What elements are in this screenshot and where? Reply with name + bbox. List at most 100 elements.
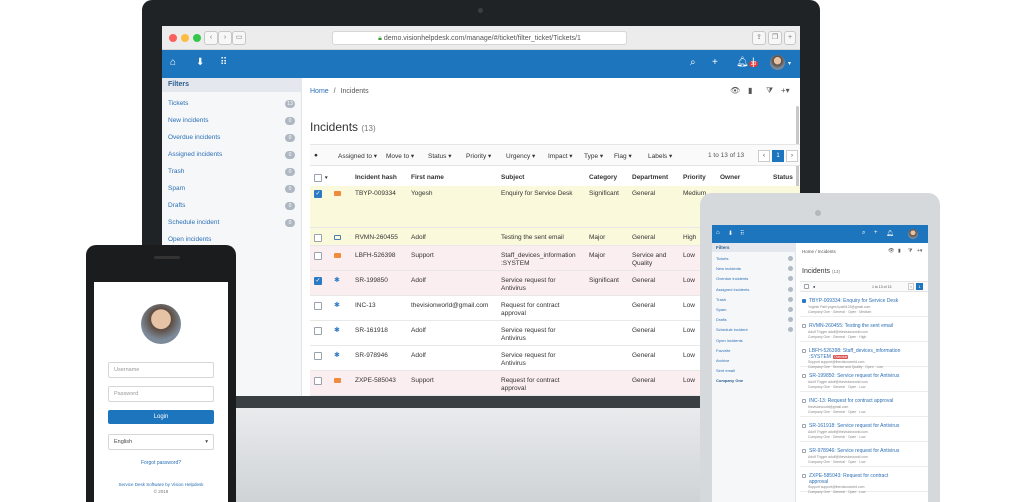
tablet-sidebar-item-11[interactable]: Sent email [716, 368, 735, 373]
sort-chevron-icon[interactable]: ▾ [325, 175, 328, 181]
toolbar-dropdown-8[interactable]: Labels ▾ [648, 152, 672, 160]
column-header-7[interactable]: Status [773, 174, 793, 181]
add-menu-icon[interactable]: +▾ [781, 86, 790, 95]
search-icon[interactable]: ⌕ [690, 57, 696, 68]
sidebar-item-8[interactable]: Open incidents [168, 236, 211, 243]
address-bar[interactable]: 🔒︎ demo.visionhelpdesk.com/manage/#/tick… [332, 31, 627, 45]
back-icon[interactable]: ‹ [204, 31, 218, 45]
sidebar-item-0[interactable]: Tickets [168, 100, 188, 107]
maximize-dot[interactable] [193, 34, 201, 42]
sidebar-item-6[interactable]: Drafts [168, 202, 185, 209]
sidebar-item-2[interactable]: Overdue incidents [168, 134, 220, 141]
footer-link[interactable]: Service Desk Software by Vision Helpdesk [94, 482, 228, 487]
prev-page-button[interactable]: ‹ [758, 150, 770, 162]
toolbar-dropdown-6[interactable]: Type ▾ [584, 152, 603, 160]
apps-grid-icon[interactable]: ⠿ [220, 57, 227, 68]
breadcrumb-home[interactable]: Home [310, 88, 329, 95]
tablet-list-item[interactable]: INC-13: Request for contract approval the… [800, 395, 928, 417]
tablet-sidebar-item-2[interactable]: Overdue incidents [716, 276, 748, 281]
add-icon[interactable]: + [874, 230, 878, 236]
minimize-dot[interactable] [181, 34, 189, 42]
row-checkbox[interactable] [802, 324, 806, 328]
row-checkbox[interactable] [802, 474, 806, 478]
row-subject[interactable]: Service request for Antivirus [501, 277, 556, 293]
add-icon[interactable]: + [712, 57, 718, 68]
column-header-3[interactable]: Category [589, 174, 617, 181]
tablet-list-item[interactable]: RVMN-260455: Testing the sent email Adolf… [800, 320, 928, 342]
sidebar-item-1[interactable]: New incidents [168, 117, 208, 124]
tablet-item-subject[interactable]: RVMN-260455: Testing the sent email [809, 323, 893, 329]
tablet-item-subject[interactable]: LBFH-526398: Staff_devices_information:S… [809, 348, 900, 360]
share-icon[interactable]: ⇪ [752, 31, 766, 45]
forward-icon[interactable]: › [218, 31, 232, 45]
filter-icon[interactable]: ⧩ [908, 248, 912, 254]
add-menu-icon[interactable]: +▾ [917, 248, 922, 254]
sidebar-toggle-icon[interactable]: ▭ [232, 31, 246, 45]
tablet-sidebar-item-5[interactable]: Spam [716, 307, 726, 312]
row-subject[interactable]: Request for contract approval [501, 377, 560, 393]
chevron-down-icon[interactable]: ▾ [788, 60, 791, 67]
toolbar-dropdown-3[interactable]: Priority ▾ [466, 152, 491, 160]
eye-icon[interactable]: 👁︎ [888, 248, 894, 254]
avatar[interactable] [908, 229, 918, 239]
tablet-sidebar-item-10[interactable]: Archive [716, 358, 729, 363]
sidebar-item-7[interactable]: Schedule incident [168, 219, 219, 226]
column-header-6[interactable]: Owner [720, 174, 740, 181]
login-button[interactable]: Login [108, 410, 214, 424]
tablet-sidebar-item-1[interactable]: New incidents [716, 266, 741, 271]
column-header-4[interactable]: Department [632, 174, 668, 181]
column-header-1[interactable]: First name [411, 174, 444, 181]
row-subject[interactable]: Request for contract approval [501, 302, 560, 318]
row-subject[interactable]: Service request for Antivirus [501, 327, 556, 343]
toolbar-dropdown-4[interactable]: Urgency ▾ [506, 152, 535, 160]
select-all-checkbox[interactable] [804, 284, 809, 289]
row-checkbox[interactable] [802, 399, 806, 403]
row-checkbox[interactable]: ✓ [314, 190, 322, 198]
home-icon[interactable]: ⌂ [716, 230, 720, 236]
prev-page-button[interactable]: ‹ [908, 283, 914, 290]
download-icon[interactable]: ⬇ [196, 57, 204, 68]
tablet-sidebar-item-12[interactable]: Company One [716, 378, 743, 383]
toolbar-dropdown-7[interactable]: Flag ▾ [614, 152, 632, 160]
close-dot[interactable] [169, 34, 177, 42]
sidebar-item-4[interactable]: Trash [168, 168, 184, 175]
row-checkbox[interactable] [314, 252, 322, 260]
tablet-sidebar-item-8[interactable]: Open incidents [716, 338, 743, 343]
toolbar-dropdown-0[interactable]: Assigned to ▾ [338, 152, 377, 160]
next-page-button[interactable]: › [786, 150, 798, 162]
tablet-item-subject[interactable]: INC-13: Request for contract approval [809, 398, 893, 404]
tablet-sidebar-item-9[interactable]: Favorite [716, 348, 730, 353]
current-page-button[interactable]: 1 [772, 150, 784, 162]
column-header-2[interactable]: Subject [501, 174, 524, 181]
row-checkbox[interactable] [802, 299, 806, 303]
language-select[interactable]: English ▾ [108, 434, 214, 450]
select-all-icon[interactable]: ● [813, 284, 815, 289]
tablet-sidebar-item-7[interactable]: Schedule incident [716, 327, 748, 332]
row-checkbox[interactable] [802, 424, 806, 428]
row-checkbox[interactable] [314, 234, 322, 242]
sidebar-item-5[interactable]: Spam [168, 185, 185, 192]
toolbar-dropdown-5[interactable]: Impact ▾ [548, 152, 573, 160]
sidebar-item-3[interactable]: Assigned incidents [168, 151, 222, 158]
search-icon[interactable]: ⌕ [862, 230, 865, 237]
tablet-list-item[interactable]: SR-978946: Service request for Antivirus… [800, 445, 928, 467]
tablet-item-subject[interactable]: SR-978946: Service request for Antivirus [809, 448, 899, 454]
home-icon[interactable]: ⌂ [170, 57, 176, 68]
row-checkbox[interactable] [314, 302, 322, 310]
toolbar-dropdown-2[interactable]: Status ▾ [428, 152, 452, 160]
tabs-icon[interactable]: ❐ [768, 31, 782, 45]
eye-icon[interactable]: 👁︎ [730, 86, 740, 95]
avatar[interactable] [770, 55, 785, 70]
bell-icon[interactable]: 🔔︎ 30 [736, 57, 759, 68]
tablet-list-item[interactable]: TBYP-009334: Enquiry for Service Desk Yog… [800, 295, 928, 317]
tablet-item-subject[interactable]: SR-161918: Service request for Antivirus [809, 423, 899, 429]
tablet-sidebar-item-3[interactable]: Assigned incidents [716, 287, 749, 292]
new-tab-icon[interactable]: + [784, 31, 796, 45]
select-all-icon[interactable]: ● [314, 152, 318, 159]
row-subject[interactable]: Staff_devices_information:SYSTEM [501, 252, 576, 268]
username-input[interactable]: Username [108, 362, 214, 378]
tablet-list-item[interactable]: SR-161918: Service request for Antivirus… [800, 420, 928, 442]
password-input[interactable]: Password [108, 386, 214, 402]
apps-grid-icon[interactable]: ⠿ [740, 230, 744, 237]
current-page-button[interactable]: 1 [916, 283, 923, 290]
